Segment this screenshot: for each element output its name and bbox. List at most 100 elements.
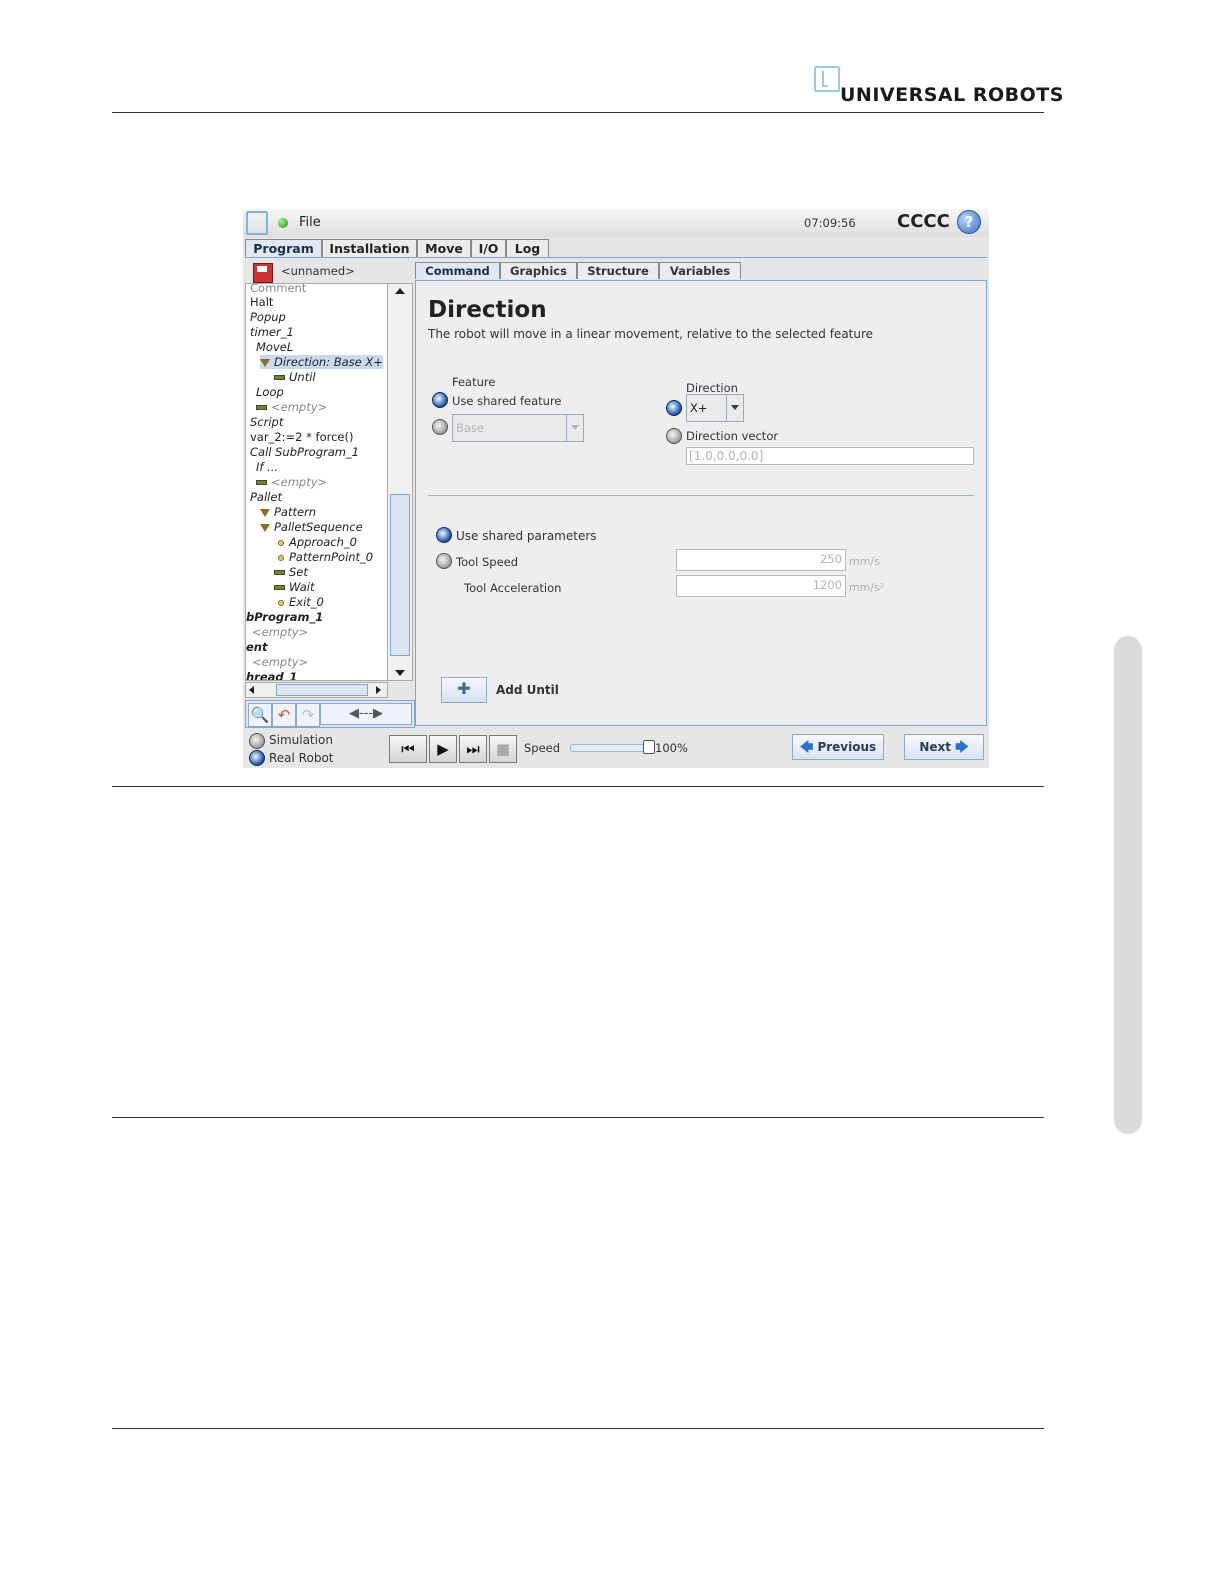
scroll-up-icon[interactable] [395,288,405,294]
tab-command[interactable]: Command [415,262,500,279]
previous-button[interactable]: 🡄 Previous [792,734,884,760]
tree-node[interactable]: <empty> [256,475,327,489]
expand-triangle-icon[interactable] [260,358,270,367]
real-robot-radio[interactable] [249,750,265,766]
tree-node[interactable]: <empty> [256,400,327,414]
tree-node[interactable]: PatternPoint_0 [278,550,373,564]
add-until-button[interactable]: ✚ [441,677,487,703]
speed-slider-handle[interactable] [643,740,655,754]
step-button[interactable]: ⏭ [459,735,487,763]
feature-dropdown-value: Base [456,421,485,435]
play-button[interactable]: ▶ [429,735,457,763]
use-shared-parameters-radio[interactable] [436,527,452,543]
tool-acceleration-label: Tool Acceleration [464,581,562,595]
tree-node[interactable]: hread_1 [246,670,297,680]
tab-graphics[interactable]: Graphics [500,262,577,279]
tree-node[interactable]: Popup [250,310,286,324]
tree-node[interactable]: Call SubProgram_1 [250,445,359,459]
tree-node-label: Exit_0 [289,595,324,609]
tree-node[interactable]: Pallet [250,490,282,504]
tool-speed-field[interactable]: 250 [676,549,846,571]
help-icon[interactable]: ? [957,210,981,234]
tree-node[interactable]: Script [250,415,283,429]
tree-vertical-scrollbar[interactable] [387,283,413,681]
real-robot-label: Real Robot [269,751,334,765]
scroll-thumb[interactable] [276,684,368,696]
tab-move[interactable]: Move [417,239,471,257]
tree-node[interactable]: If ... [256,460,278,474]
node-bar-icon [256,480,267,485]
tab-underline [245,257,987,258]
polyscope-window: File 07:09:56 CCCC ? Program Installatio… [243,209,989,768]
tree-node-selected[interactable]: Direction: Base X+ [260,355,383,369]
feature-select-radio[interactable] [432,419,448,435]
divider [428,495,974,496]
clock: 07:09:56 [804,216,856,230]
file-menu[interactable]: File [299,215,321,230]
scroll-left-icon[interactable] [249,686,254,694]
tab-variables[interactable]: Variables [659,262,741,279]
tool-acceleration-field[interactable]: 1200 [676,575,846,597]
tree-node[interactable]: PalletSequence [260,520,363,534]
speed-slider[interactable] [570,744,652,752]
tree-node[interactable]: ent [246,640,267,654]
rewind-button[interactable]: ⏮ [389,735,427,763]
tree-node[interactable]: Approach_0 [278,535,357,549]
tree-toolbar: 🔍 ↶ ↷ ◀---▶ [245,700,415,728]
scroll-thumb[interactable] [390,494,410,656]
tool-acceleration-value: 1200 [812,578,842,592]
tab-io[interactable]: I/O [471,239,506,257]
scroll-right-icon[interactable] [376,686,381,694]
tree-node[interactable]: timer_1 [250,325,294,339]
rewind-icon: ⏮ [401,740,415,758]
brand-wordmark: UNIVERSAL ROBOTS [840,84,1064,106]
tree-node[interactable]: var_2:=2 * force() [250,430,353,444]
expand-triangle-icon[interactable] [260,508,270,517]
expand-triangle-icon[interactable] [260,523,270,532]
tree-node[interactable]: Exit_0 [278,595,324,609]
direction-dropdown[interactable]: X+ [686,394,744,422]
page-description: The robot will move in a linear movement… [428,327,874,341]
tree-node[interactable]: Halt [250,295,273,309]
tool-speed-label: Tool Speed [456,555,519,569]
next-button[interactable]: Next 🡆 [904,734,984,760]
tree-node[interactable]: Comment [250,284,306,295]
tab-log[interactable]: Log [506,239,549,257]
scroll-down-icon[interactable] [395,670,405,676]
use-shared-feature-radio[interactable] [432,392,448,408]
direction-vector-field[interactable]: [1.0,0.0,0.0] [686,447,974,465]
stop-button[interactable]: ■ [489,735,517,763]
direction-select-radio[interactable] [666,400,682,416]
tree-node-label: PalletSequence [274,520,363,534]
section-rule [112,786,1044,787]
search-icon[interactable]: 🔍 [248,703,272,727]
tree-node[interactable]: <empty> [252,655,308,669]
tree-node[interactable]: Pattern [260,505,316,519]
tree-node[interactable]: Wait [274,580,315,594]
simulation-radio[interactable] [249,733,265,749]
direction-vector-radio[interactable] [666,428,682,444]
tool-speed-radio[interactable] [436,553,452,569]
save-program-icon[interactable] [253,263,273,283]
tree-node-label: <empty> [271,400,328,414]
tab-program[interactable]: Program [245,239,322,258]
feature-dropdown[interactable]: Base [452,414,584,442]
tab-installation[interactable]: Installation [322,239,417,257]
program-tree[interactable]: Comment Halt Popup timer_1 MoveL Directi… [245,283,388,681]
undo-icon[interactable]: ↶ [272,703,296,727]
tree-horizontal-scrollbar[interactable] [245,682,388,698]
direction-vector-value: [1.0,0.0,0.0] [689,449,764,463]
redo-icon[interactable]: ↷ [296,703,320,727]
tab-structure[interactable]: Structure [577,262,659,279]
move-node-button[interactable]: ◀---▶ [320,703,412,725]
tree-node[interactable]: <empty> [252,625,308,639]
tree-node-label: Set [289,565,308,579]
next-label: Next [919,740,952,754]
tree-node[interactable]: Until [274,370,316,384]
tree-node[interactable]: Set [274,565,308,579]
tree-node[interactable]: bProgram_1 [246,610,323,624]
tree-node[interactable]: MoveL [256,340,293,354]
page-title: Direction [428,297,547,323]
status-indicator-icon [278,218,288,228]
tree-node[interactable]: Loop [256,385,284,399]
